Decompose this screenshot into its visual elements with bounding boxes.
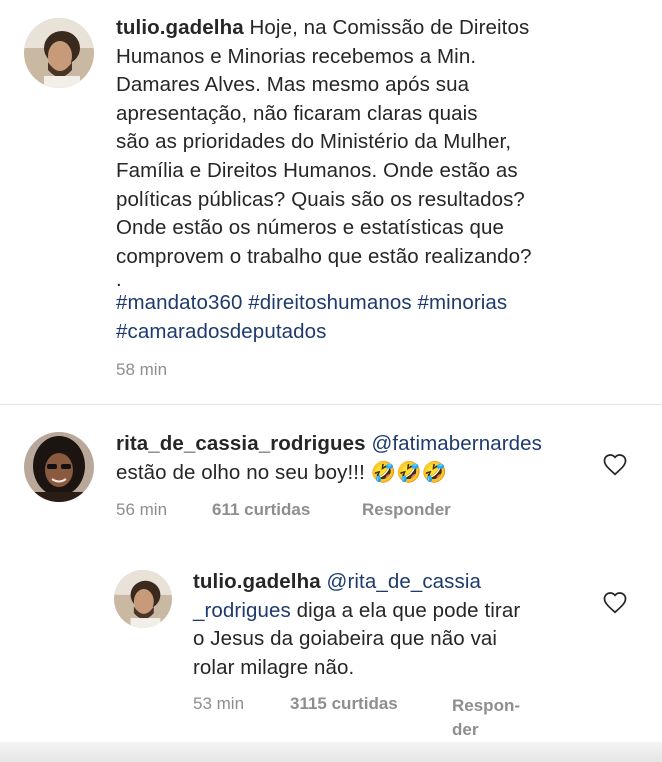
hashtag-link[interactable]: #mandato360 xyxy=(116,291,242,314)
likes-count[interactable]: 3115 curtidas xyxy=(290,694,398,714)
caption-line: comprovem o trabalho que estão realizand… xyxy=(116,244,532,268)
comments-screen: tulio.gadelha Hoje, na Comissão de Direi… xyxy=(0,0,662,762)
hashtag-line: #camaradosdeputados xyxy=(116,318,656,347)
reply-line: o Jesus da goiabeira que não vai xyxy=(193,627,498,651)
mention-link[interactable]: @fatimabernardes xyxy=(371,432,542,455)
post-username[interactable]: tulio.gadelha xyxy=(116,16,244,39)
comment-timestamp: 56 min xyxy=(116,500,168,519)
comment-line: rita_de_cassia_rodrigues @fatimabernarde… xyxy=(116,430,636,459)
heart-icon[interactable] xyxy=(602,452,628,476)
commenter-username[interactable]: rita_de_cassia_rodrigues xyxy=(116,432,366,455)
reply-line: rolar milagre não. xyxy=(193,655,355,679)
reply-timestamp: 53 min xyxy=(193,694,245,713)
reply-button[interactable]: Respon- der xyxy=(452,694,520,742)
comment-body: rita_de_cassia_rodrigues @fatimabernarde… xyxy=(116,430,636,487)
commenter-avatar[interactable] xyxy=(24,432,94,502)
mention-link[interactable]: @rita_de_cassia xyxy=(327,570,482,593)
caption-line: Onde estão os números e estatísticas que xyxy=(116,216,505,240)
caption-line: Damares Alves. Mas mesmo após sua xyxy=(116,73,470,97)
reply-line: _rodrigues diga a ela que pode tirar xyxy=(193,597,593,626)
caption-line: políticas públicas? Quais são os resulta… xyxy=(116,187,525,211)
hashtag-link[interactable]: #direitoshumanos xyxy=(248,291,411,314)
post-author-avatar[interactable] xyxy=(24,18,94,88)
hashtag-link[interactable]: #camaradosdeputados xyxy=(116,320,326,343)
caption-line: são as prioridades do Ministério da Mulh… xyxy=(116,130,512,154)
reply-button[interactable]: Responder xyxy=(362,500,451,520)
reply-button-label: der xyxy=(452,720,479,739)
caption-line: Humanos e Minorias recebemos a Min. xyxy=(116,44,477,68)
reply-author-avatar[interactable] xyxy=(114,570,172,628)
caption-line: Família e Direitos Humanos. Onde estão a… xyxy=(116,158,518,182)
heart-icon[interactable] xyxy=(602,590,628,614)
comment-text: estão de olho no seu boy!!! xyxy=(116,460,365,484)
likes-count[interactable]: 611 curtidas xyxy=(212,500,310,520)
reply-body: tulio.gadelha @rita_de_cassia _rodrigues… xyxy=(193,568,593,682)
hashtag-link[interactable]: #minorias xyxy=(418,291,508,314)
post-timestamp: 58 min xyxy=(116,360,168,379)
comment-line: estão de olho no seu boy!!! 🤣🤣🤣 xyxy=(116,459,636,488)
mention-link-continued[interactable]: _rodrigues xyxy=(193,599,291,622)
caption-line: tulio.gadelha Hoje, na Comissão de Direi… xyxy=(116,14,656,43)
bottom-edge xyxy=(0,742,662,762)
reply-username[interactable]: tulio.gadelha xyxy=(193,570,321,593)
post-caption: tulio.gadelha Hoje, na Comissão de Direi… xyxy=(116,14,656,347)
reply-text: diga a ela que pode tirar xyxy=(296,598,521,622)
reply-line: tulio.gadelha @rita_de_cassia xyxy=(193,568,593,597)
divider xyxy=(0,404,662,405)
laughing-emoji: 🤣🤣🤣 xyxy=(370,460,448,484)
hashtag-line: #mandato360 #direitoshumanos #minorias xyxy=(116,289,656,318)
caption-line: . xyxy=(116,268,122,292)
caption-line: apresentação, não ficaram claras quais xyxy=(116,101,478,125)
caption-text: Hoje, na Comissão de Direitos xyxy=(249,16,530,39)
reply-button-label: Respon- xyxy=(452,696,520,715)
